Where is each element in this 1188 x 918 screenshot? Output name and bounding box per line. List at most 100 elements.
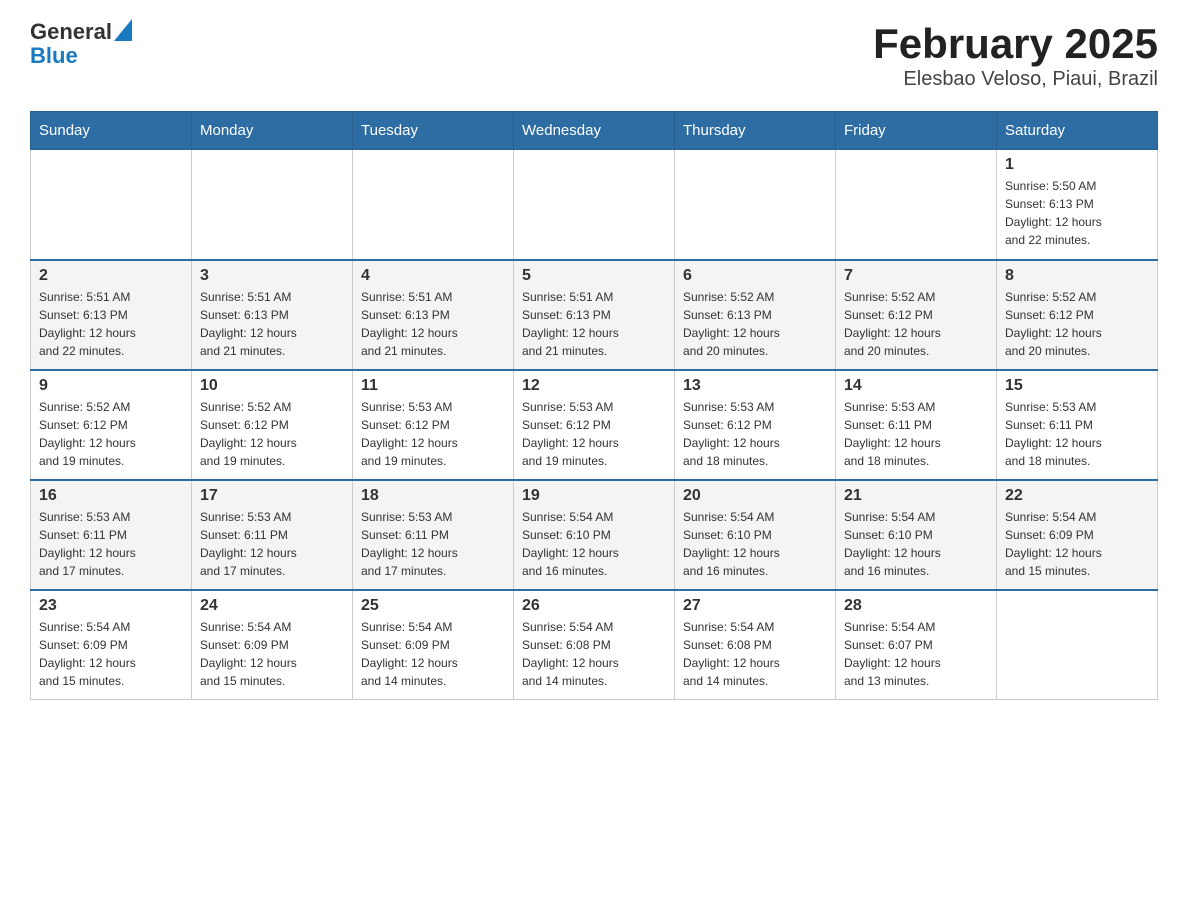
logo-general-text: General bbox=[30, 20, 112, 44]
day-info: Sunrise: 5:50 AM Sunset: 6:13 PM Dayligh… bbox=[1005, 177, 1149, 249]
day-info: Sunrise: 5:51 AM Sunset: 6:13 PM Dayligh… bbox=[361, 288, 505, 360]
calendar-cell: 19Sunrise: 5:54 AM Sunset: 6:10 PM Dayli… bbox=[514, 480, 675, 590]
calendar-cell: 1 Sunrise: 5:50 AM Sunset: 6:13 PM Daylig… bbox=[997, 150, 1158, 260]
calendar-cell: 20 Sunrise: 5:54 AM Sunset: 6:10 PM Dayli… bbox=[675, 480, 836, 590]
day-info: Sunrise: 5:53 AM Sunset: 6:11 PM Dayligh… bbox=[361, 508, 505, 580]
calendar-cell: 2 Sunrise: 5:51 AM Sunset: 6:13 PM Daylig… bbox=[31, 260, 192, 370]
col-monday: Monday bbox=[192, 112, 353, 150]
calendar-cell: 21Sunrise: 5:54 AM Sunset: 6:10 PM Dayli… bbox=[836, 480, 997, 590]
title-block: February 2025 Elesbao Veloso, Piaui, Bra… bbox=[873, 20, 1158, 91]
day-number: 22 bbox=[1005, 487, 1149, 505]
day-number: 14 bbox=[844, 377, 988, 395]
page-subtitle: Elesbao Veloso, Piaui, Brazil bbox=[873, 68, 1158, 91]
col-friday: Friday bbox=[836, 112, 997, 150]
day-info: Sunrise: 5:52 AM Sunset: 6:12 PM Dayligh… bbox=[1005, 288, 1149, 360]
calendar-cell: 4 Sunrise: 5:51 AM Sunset: 6:13 PM Daylig… bbox=[353, 260, 514, 370]
day-number: 24 bbox=[200, 597, 344, 615]
day-number: 4 bbox=[361, 267, 505, 285]
day-info: Sunrise: 5:51 AM Sunset: 6:13 PM Dayligh… bbox=[200, 288, 344, 360]
day-number: 23 bbox=[39, 597, 183, 615]
day-number: 5 bbox=[522, 267, 666, 285]
day-number: 20 bbox=[683, 487, 827, 505]
calendar-cell bbox=[675, 150, 836, 260]
calendar-week-row: 9 Sunrise: 5:52 AM Sunset: 6:12 PM Daylig… bbox=[31, 370, 1158, 480]
calendar-cell: 6 Sunrise: 5:52 AM Sunset: 6:13 PM Daylig… bbox=[675, 260, 836, 370]
day-number: 6 bbox=[683, 267, 827, 285]
calendar-cell: 28 Sunrise: 5:54 AM Sunset: 6:07 PM Dayli… bbox=[836, 590, 997, 700]
calendar-cell bbox=[31, 150, 192, 260]
calendar-cell: 7 Sunrise: 5:52 AM Sunset: 6:12 PM Daylig… bbox=[836, 260, 997, 370]
calendar-cell: 5 Sunrise: 5:51 AM Sunset: 6:13 PM Daylig… bbox=[514, 260, 675, 370]
day-info: Sunrise: 5:53 AM Sunset: 6:11 PM Dayligh… bbox=[844, 398, 988, 470]
col-saturday: Saturday bbox=[997, 112, 1158, 150]
calendar-cell: 26 Sunrise: 5:54 AM Sunset: 6:08 PM Dayli… bbox=[514, 590, 675, 700]
day-number: 7 bbox=[844, 267, 988, 285]
calendar-week-row: 1 Sunrise: 5:50 AM Sunset: 6:13 PM Daylig… bbox=[31, 150, 1158, 260]
day-info: Sunrise: 5:51 AM Sunset: 6:13 PM Dayligh… bbox=[39, 288, 183, 360]
day-number: 28 bbox=[844, 597, 988, 615]
day-number: 25 bbox=[361, 597, 505, 615]
day-info: Sunrise: 5:54 AM Sunset: 6:08 PM Dayligh… bbox=[522, 618, 666, 690]
logo-triangle-icon bbox=[114, 19, 132, 41]
logo-blue-text: Blue bbox=[30, 43, 78, 68]
day-number: 16 bbox=[39, 487, 183, 505]
calendar-cell: 27Sunrise: 5:54 AM Sunset: 6:08 PM Dayli… bbox=[675, 590, 836, 700]
day-number: 12 bbox=[522, 377, 666, 395]
col-sunday: Sunday bbox=[31, 112, 192, 150]
calendar-cell: 14 Sunrise: 5:53 AM Sunset: 6:11 PM Dayli… bbox=[836, 370, 997, 480]
calendar-cell bbox=[353, 150, 514, 260]
calendar-cell: 8 Sunrise: 5:52 AM Sunset: 6:12 PM Daylig… bbox=[997, 260, 1158, 370]
calendar-cell: 11 Sunrise: 5:53 AM Sunset: 6:12 PM Dayli… bbox=[353, 370, 514, 480]
day-info: Sunrise: 5:54 AM Sunset: 6:09 PM Dayligh… bbox=[361, 618, 505, 690]
day-number: 11 bbox=[361, 377, 505, 395]
day-info: Sunrise: 5:54 AM Sunset: 6:09 PM Dayligh… bbox=[39, 618, 183, 690]
day-number: 8 bbox=[1005, 267, 1149, 285]
day-info: Sunrise: 5:53 AM Sunset: 6:11 PM Dayligh… bbox=[1005, 398, 1149, 470]
day-number: 3 bbox=[200, 267, 344, 285]
calendar-cell: 13Sunrise: 5:53 AM Sunset: 6:12 PM Dayli… bbox=[675, 370, 836, 480]
day-info: Sunrise: 5:54 AM Sunset: 6:09 PM Dayligh… bbox=[200, 618, 344, 690]
calendar-week-row: 16 Sunrise: 5:53 AM Sunset: 6:11 PM Dayli… bbox=[31, 480, 1158, 590]
calendar-week-row: 23 Sunrise: 5:54 AM Sunset: 6:09 PM Dayli… bbox=[31, 590, 1158, 700]
day-number: 17 bbox=[200, 487, 344, 505]
calendar-cell: 3 Sunrise: 5:51 AM Sunset: 6:13 PM Daylig… bbox=[192, 260, 353, 370]
calendar-header-row: Sunday Monday Tuesday Wednesday Thursday… bbox=[31, 112, 1158, 150]
calendar-cell: 9 Sunrise: 5:52 AM Sunset: 6:12 PM Daylig… bbox=[31, 370, 192, 480]
day-info: Sunrise: 5:53 AM Sunset: 6:12 PM Dayligh… bbox=[522, 398, 666, 470]
day-info: Sunrise: 5:53 AM Sunset: 6:11 PM Dayligh… bbox=[39, 508, 183, 580]
calendar-cell: 10Sunrise: 5:52 AM Sunset: 6:12 PM Dayli… bbox=[192, 370, 353, 480]
day-info: Sunrise: 5:51 AM Sunset: 6:13 PM Dayligh… bbox=[522, 288, 666, 360]
day-number: 21 bbox=[844, 487, 988, 505]
page-title: February 2025 bbox=[873, 20, 1158, 68]
calendar-cell bbox=[192, 150, 353, 260]
calendar-cell: 15 Sunrise: 5:53 AM Sunset: 6:11 PM Dayli… bbox=[997, 370, 1158, 480]
calendar-cell: 17Sunrise: 5:53 AM Sunset: 6:11 PM Dayli… bbox=[192, 480, 353, 590]
calendar-cell: 16 Sunrise: 5:53 AM Sunset: 6:11 PM Dayli… bbox=[31, 480, 192, 590]
day-number: 15 bbox=[1005, 377, 1149, 395]
calendar-week-row: 2 Sunrise: 5:51 AM Sunset: 6:13 PM Daylig… bbox=[31, 260, 1158, 370]
day-number: 19 bbox=[522, 487, 666, 505]
calendar-cell: 12 Sunrise: 5:53 AM Sunset: 6:12 PM Dayli… bbox=[514, 370, 675, 480]
day-info: Sunrise: 5:52 AM Sunset: 6:13 PM Dayligh… bbox=[683, 288, 827, 360]
col-tuesday: Tuesday bbox=[353, 112, 514, 150]
day-info: Sunrise: 5:52 AM Sunset: 6:12 PM Dayligh… bbox=[844, 288, 988, 360]
calendar-cell bbox=[836, 150, 997, 260]
calendar-cell bbox=[997, 590, 1158, 700]
page-header: General Blue February 2025 Elesbao Velos… bbox=[30, 20, 1158, 91]
calendar-cell bbox=[514, 150, 675, 260]
day-number: 9 bbox=[39, 377, 183, 395]
day-info: Sunrise: 5:52 AM Sunset: 6:12 PM Dayligh… bbox=[39, 398, 183, 470]
col-wednesday: Wednesday bbox=[514, 112, 675, 150]
day-number: 1 bbox=[1005, 156, 1149, 174]
calendar-cell: 25 Sunrise: 5:54 AM Sunset: 6:09 PM Dayli… bbox=[353, 590, 514, 700]
calendar-cell: 22Sunrise: 5:54 AM Sunset: 6:09 PM Dayli… bbox=[997, 480, 1158, 590]
day-number: 26 bbox=[522, 597, 666, 615]
calendar-cell: 23 Sunrise: 5:54 AM Sunset: 6:09 PM Dayli… bbox=[31, 590, 192, 700]
col-thursday: Thursday bbox=[675, 112, 836, 150]
day-number: 27 bbox=[683, 597, 827, 615]
day-info: Sunrise: 5:53 AM Sunset: 6:12 PM Dayligh… bbox=[361, 398, 505, 470]
day-info: Sunrise: 5:54 AM Sunset: 6:10 PM Dayligh… bbox=[683, 508, 827, 580]
day-number: 2 bbox=[39, 267, 183, 285]
day-info: Sunrise: 5:54 AM Sunset: 6:07 PM Dayligh… bbox=[844, 618, 988, 690]
day-number: 18 bbox=[361, 487, 505, 505]
